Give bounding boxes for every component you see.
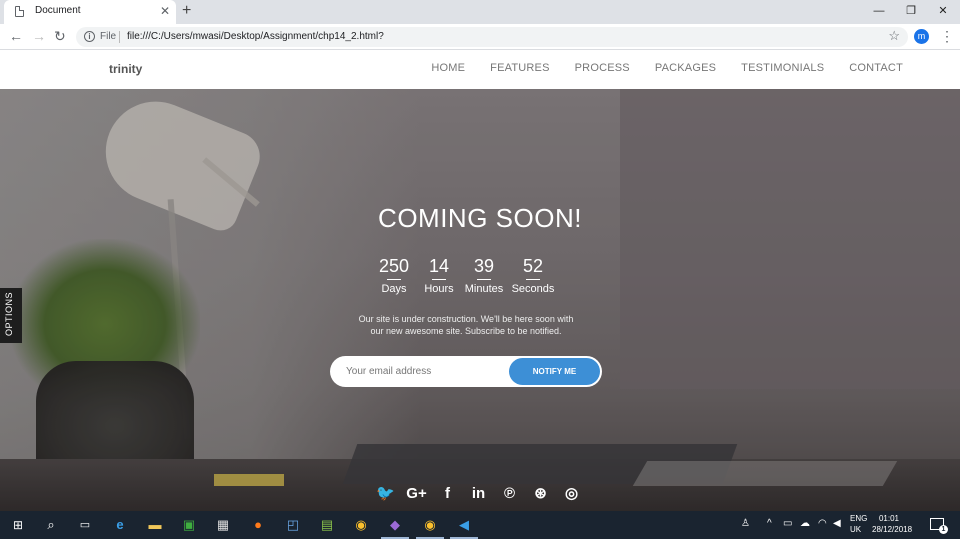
pinterest-icon[interactable]: ℗ [494, 485, 525, 503]
coming-soon-heading: COMING SOON! [378, 203, 582, 233]
minimize-button[interactable]: — [864, 2, 894, 20]
battery-icon[interactable]: ▭ [783, 518, 792, 529]
edge-icon[interactable]: e [111, 516, 129, 534]
clock-time: 01:01 [878, 514, 900, 523]
site-nav: HOME FEATURES PROCESS PACKAGES TESTIMONI… [406, 62, 903, 74]
onedrive-icon[interactable]: ☁ [800, 518, 810, 529]
countdown-label: Seconds [511, 283, 555, 295]
info-icon[interactable]: i [84, 31, 95, 42]
browser-toolbar: ← → ↻ i File file:///C:/Users/mwasi/Desk… [0, 24, 960, 50]
forward-arrow-icon[interactable]: → [32, 28, 46, 44]
countdown-value: 39 [463, 256, 505, 280]
dribbble-icon[interactable]: ⊛ [525, 485, 556, 503]
nav-testimonials[interactable]: TESTIMONIALS [741, 62, 824, 74]
chevron-up-icon[interactable]: ^ [767, 518, 772, 529]
restore-button[interactable]: ❐ [896, 2, 926, 20]
bookmark-star-icon[interactable]: ☆ [888, 28, 900, 44]
nav-packages[interactable]: PACKAGES [655, 62, 716, 74]
countdown-minutes: 39 Minutes [463, 256, 505, 295]
nav-home[interactable]: HOME [431, 62, 465, 74]
tab-title: Document [35, 5, 81, 16]
new-tab-button[interactable]: + [182, 2, 191, 20]
site-header: trinity HOME FEATURES PROCESS PACKAGES T… [0, 50, 960, 89]
vscode-icon[interactable]: ◀ [455, 516, 473, 534]
windows-start-icon[interactable]: ⊞ [9, 516, 27, 534]
chrome-icon[interactable]: ◉ [352, 516, 370, 534]
clock-date: 28/12/2018 [872, 525, 913, 534]
firefox-icon[interactable]: ● [249, 516, 267, 534]
options-label: OPTIONS [4, 291, 14, 336]
options-tab[interactable]: OPTIONS [0, 288, 22, 343]
browser-tab[interactable]: Document ✕ [4, 0, 176, 24]
people-icon[interactable]: ♙ [741, 518, 750, 529]
browser-titlebar: Document ✕ + — ❐ ✕ [0, 0, 960, 24]
wifi-icon[interactable]: ◠ [818, 518, 827, 529]
countdown-label: Minutes [464, 283, 504, 295]
chrome-icon[interactable]: ◉ [421, 516, 439, 534]
countdown-hours: 14 Hours [421, 256, 457, 295]
linkedin-icon[interactable]: in [463, 485, 494, 503]
volume-icon[interactable]: ◀ [833, 518, 841, 529]
store-icon[interactable]: ▦ [214, 516, 232, 534]
task-view-icon[interactable]: ▭ [76, 516, 94, 534]
hero-section: OPTIONS COMING SOON! 250 Days 14 Hours 3… [0, 89, 960, 511]
separator [119, 31, 120, 43]
address-bar[interactable]: i File file:///C:/Users/mwasi/Desktop/As… [76, 27, 908, 47]
countdown: 250 Days 14 Hours 39 Minutes 52 Seconds [373, 256, 561, 295]
notepad-icon[interactable]: ▤ [318, 516, 336, 534]
facebook-icon[interactable]: f [432, 485, 463, 503]
tab-close-icon[interactable]: ✕ [160, 3, 170, 19]
document-icon [15, 6, 24, 17]
visual-studio-icon[interactable]: ◆ [386, 516, 404, 534]
file-explorer-icon[interactable]: ▬ [146, 516, 164, 534]
clock[interactable]: 01:01 28/12/2018 [872, 513, 913, 535]
photos-icon[interactable]: ◰ [284, 516, 302, 534]
profile-avatar[interactable]: m [914, 29, 929, 44]
twitter-icon[interactable]: 🐦 [370, 485, 401, 503]
language-code: ENG [850, 514, 868, 523]
social-links: 🐦 G+ f in ℗ ⊛ ◎ [370, 485, 587, 503]
reload-icon[interactable]: ↻ [54, 28, 66, 44]
countdown-days: 250 Days [373, 256, 415, 295]
nav-features[interactable]: FEATURES [490, 62, 549, 74]
language-region: UK [850, 525, 862, 534]
photos-app-icon[interactable]: ▣ [180, 516, 198, 534]
notify-me-button[interactable]: NOTIFY ME [509, 358, 600, 385]
nav-contact[interactable]: CONTACT [849, 62, 903, 74]
file-scheme-label: File [100, 31, 117, 42]
close-window-button[interactable]: ✕ [928, 2, 958, 20]
countdown-label: Hours [424, 283, 454, 295]
menu-kebab-icon[interactable]: ⋮ [940, 27, 954, 45]
hero-overlay [0, 89, 960, 511]
construction-message: Our site is under construction. We'll be… [358, 314, 574, 336]
site-logo[interactable]: trinity [109, 62, 142, 76]
notification-center-icon[interactable]: 1 [930, 518, 948, 534]
countdown-label: Days [381, 283, 407, 295]
countdown-value: 14 [421, 256, 457, 280]
countdown-seconds: 52 Seconds [511, 256, 555, 295]
search-icon[interactable]: ⌕ [42, 516, 60, 534]
subscribe-form: NOTIFY ME [330, 356, 602, 387]
nav-process[interactable]: PROCESS [575, 62, 630, 74]
google-plus-icon[interactable]: G+ [401, 485, 432, 503]
countdown-value: 250 [373, 256, 415, 280]
windows-taskbar: ⊞ ⌕ ▭ e ▬ ▣ ▦ ● ◰ ▤ ◉ ◆ ◉ ◀ ♙ ^ ▭ ☁ ◠ ◀ … [0, 511, 960, 539]
instagram-icon[interactable]: ◎ [556, 485, 587, 503]
back-arrow-icon[interactable]: ← [9, 28, 23, 44]
email-input[interactable] [346, 364, 506, 378]
language-indicator[interactable]: ENG UK [850, 513, 867, 535]
notification-count: 1 [939, 525, 948, 534]
url-text[interactable]: file:///C:/Users/mwasi/Desktop/Assignmen… [127, 31, 384, 42]
countdown-value: 52 [511, 256, 555, 280]
